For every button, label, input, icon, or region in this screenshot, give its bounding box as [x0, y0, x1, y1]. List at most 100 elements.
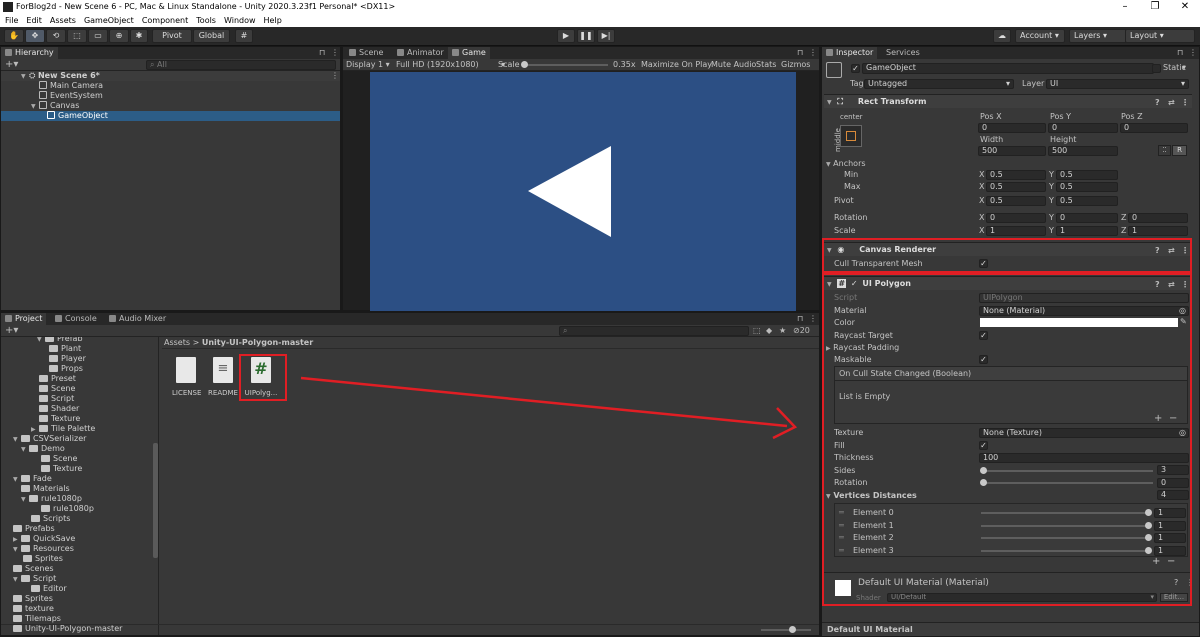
folder-tree-item[interactable]: Props [1, 364, 83, 374]
file-readme[interactable]: ≡ README [208, 357, 238, 401]
breadcrumb-folder[interactable]: Unity-UI-Polygon-master [202, 338, 313, 347]
anchor-presets-button[interactable] [840, 125, 862, 147]
folder-tree-item[interactable]: Shader [1, 404, 79, 414]
tab-game[interactable]: Game [448, 47, 490, 59]
tree-item-gameobject[interactable]: GameObject [1, 111, 340, 121]
tab-animator[interactable]: Animator [393, 47, 448, 59]
close-icon[interactable]: ✕ [1170, 0, 1200, 14]
rotation-y-field[interactable]: 0 [1056, 213, 1118, 223]
scale-slider-knob[interactable] [521, 61, 528, 68]
add-icon[interactable]: +▾ [5, 59, 18, 70]
resolution-dropdown[interactable]: Full HD (1920x1080) ▾ [396, 59, 505, 71]
stats-toggle[interactable]: Stats [756, 59, 776, 71]
folder-tree-item[interactable]: ▶ Tile Palette [1, 424, 95, 434]
scale-tool-icon[interactable]: ⬚ [67, 29, 87, 43]
game-viewport[interactable] [370, 72, 796, 311]
folder-tree-item[interactable]: Texture [1, 464, 82, 474]
pos-y-field[interactable]: 0 [1048, 123, 1118, 133]
anchor-max-x-field[interactable]: 0.5 [986, 182, 1046, 192]
menu-window[interactable]: Window [224, 16, 256, 25]
folder-tree-item[interactable]: Scene [1, 384, 75, 394]
height-field[interactable]: 500 [1048, 146, 1118, 156]
scene-menu-icon[interactable]: ⋮ [331, 71, 339, 81]
anchor-min-x-field[interactable]: 0.5 [986, 170, 1046, 180]
folder-tree-scrollbar[interactable] [153, 443, 158, 558]
scene-row[interactable]: ▼ ⛭ New Scene 6* ⋮ [1, 71, 340, 81]
presets-icon[interactable]: ⇄ [1168, 96, 1175, 109]
filter-type-icon[interactable]: ⬚ [753, 326, 761, 335]
kebab-menu-icon[interactable]: ⋮ [809, 314, 817, 323]
help-icon[interactable]: ? [1155, 96, 1160, 109]
scale-y-field[interactable]: 1 [1056, 226, 1118, 236]
folder-tree-item[interactable]: ▼ Prefab [1, 337, 83, 344]
breadcrumb-assets[interactable]: Assets [164, 338, 190, 347]
move-tool-icon[interactable]: ✥ [25, 29, 45, 43]
filter-label-icon[interactable]: ◆ [766, 326, 772, 335]
add-icon[interactable]: +▾ [5, 325, 18, 336]
rotate-tool-icon[interactable]: ⟲ [46, 29, 66, 43]
tab-services[interactable]: Services [882, 47, 924, 59]
pause-button[interactable]: ❚❚ [577, 29, 595, 43]
lock-icon[interactable]: ⊓ [319, 48, 325, 57]
file-license[interactable]: LICENSE [172, 357, 201, 401]
layers-dropdown[interactable]: Layers ▾ [1069, 29, 1127, 43]
tab-scene[interactable]: Scene [345, 47, 387, 59]
rotation-z-field[interactable]: 0 [1128, 213, 1188, 223]
tab-audio-mixer[interactable]: Audio Mixer [105, 313, 170, 325]
kebab-menu-icon[interactable]: ⋮ [809, 48, 817, 57]
component-menu-icon[interactable]: ⋮ [1181, 96, 1189, 109]
transform-tool-icon[interactable]: ⊕ [109, 29, 129, 43]
icon-size-slider-knob[interactable] [789, 626, 796, 633]
folder-tree-item[interactable]: Preset [1, 374, 76, 384]
anchors-row[interactable]: ▼ Anchors [826, 159, 866, 170]
tree-item-eventsystem[interactable]: EventSystem [1, 91, 103, 101]
hierarchy-search-input[interactable]: ⌕ All [146, 60, 336, 70]
pivot-toggle[interactable]: Pivot [152, 29, 192, 43]
anchor-min-y-field[interactable]: 0.5 [1056, 170, 1118, 180]
tab-hierarchy[interactable]: Hierarchy [1, 47, 58, 59]
folder-tree-item[interactable]: Editor [1, 584, 67, 594]
blueprint-mode-icon[interactable]: ⁚⁚ [1158, 145, 1171, 156]
kebab-menu-icon[interactable]: ⋮ [1189, 48, 1197, 57]
menu-tools[interactable]: Tools [196, 16, 216, 25]
folder-tree-item[interactable]: Player [1, 354, 86, 364]
tree-item-main-camera[interactable]: Main Camera [1, 81, 103, 91]
menu-component[interactable]: Component [142, 16, 188, 25]
folder-tree-item[interactable]: ▼ CSVSerializer [1, 434, 86, 444]
favorite-icon[interactable]: ★ [779, 326, 786, 335]
folder-tree-item[interactable]: ▼ Script [1, 574, 56, 584]
tab-console[interactable]: Console [51, 313, 101, 325]
project-search-input[interactable]: ⌕ [559, 326, 749, 336]
tag-dropdown[interactable]: Untagged ▾ [864, 79, 1014, 89]
raw-edit-button[interactable]: R [1172, 145, 1187, 156]
menu-assets[interactable]: Assets [50, 16, 76, 25]
menu-edit[interactable]: Edit [26, 16, 42, 25]
folder-tree-item[interactable]: ▼ rule1080p [1, 494, 82, 504]
custom-tool-icon[interactable]: ✱ [130, 29, 148, 43]
hidden-count-icon[interactable]: ⊘20 [793, 326, 810, 335]
global-toggle[interactable]: Global [193, 29, 230, 43]
scale-slider[interactable] [523, 64, 608, 66]
tab-inspector[interactable]: Inspector [822, 47, 878, 59]
pos-z-field[interactable]: 0 [1120, 123, 1188, 133]
gizmos-dropdown[interactable]: Gizmos [781, 59, 810, 71]
width-field[interactable]: 500 [978, 146, 1046, 156]
collapse-arrow-icon[interactable]: ▼ [827, 99, 832, 106]
tab-project[interactable]: Project [1, 313, 47, 325]
maximize-icon[interactable]: ❐ [1140, 0, 1170, 14]
lock-icon[interactable]: ⊓ [797, 48, 803, 57]
tree-item-canvas[interactable]: ▼ Canvas [1, 101, 79, 111]
folder-tree-item[interactable]: rule1080p [1, 504, 94, 514]
folder-tree-item[interactable]: ▼ Demo [1, 444, 65, 454]
folder-tree-item[interactable]: Plant [1, 344, 81, 354]
folder-tree-item[interactable]: Tilemaps [1, 614, 61, 624]
menu-file[interactable]: File [5, 16, 18, 25]
play-button[interactable]: ▶ [557, 29, 575, 43]
folder-tree-item[interactable]: Sprites [1, 554, 63, 564]
grid-snap-icon[interactable]: # [235, 29, 253, 43]
icon-size-slider[interactable] [761, 629, 811, 631]
display-dropdown[interactable]: Display 1 ▾ [346, 59, 390, 71]
folder-tree-item[interactable]: Scenes [1, 564, 54, 574]
lock-icon[interactable]: ⊓ [797, 314, 803, 323]
folder-tree-item[interactable]: Sprites [1, 594, 53, 604]
